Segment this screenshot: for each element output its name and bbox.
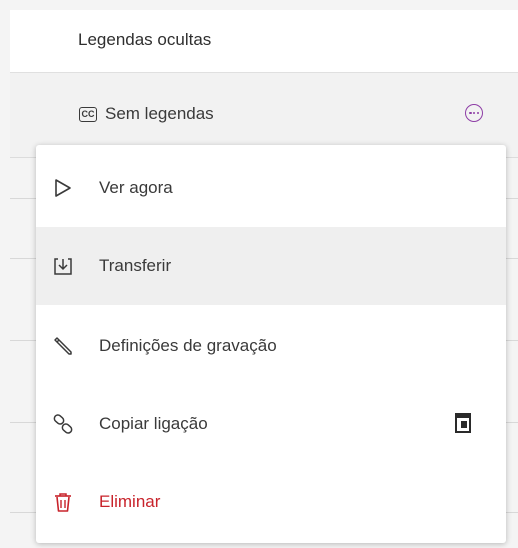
trash-icon xyxy=(55,493,71,512)
caption-status: Sem legendas xyxy=(105,104,214,123)
pencil-icon xyxy=(54,337,72,355)
play-icon xyxy=(55,179,71,197)
menu-item-label: Ver agora xyxy=(99,178,173,197)
menu-item-delete[interactable]: Eliminar xyxy=(36,463,506,541)
menu-item-label: Copiar ligação xyxy=(99,414,208,433)
menu-item-copy-link[interactable]: Copiar ligação xyxy=(36,385,506,463)
download-icon xyxy=(54,258,72,275)
closed-captions-column-header: Legendas ocultas xyxy=(78,30,212,49)
menu-item-watch-now[interactable]: Ver agora xyxy=(36,149,506,227)
menu-item-download[interactable]: Transferir xyxy=(36,227,506,305)
clipboard-icon[interactable] xyxy=(454,412,472,434)
menu-item-label: Definições de gravação xyxy=(99,336,277,355)
column-header-row: Legendas ocultas xyxy=(10,10,518,73)
menu-item-label: Transferir xyxy=(99,256,172,275)
recordings-page: Legendas ocultas CC Sem legendas Ver ago… xyxy=(0,0,518,548)
menu-item-label: Eliminar xyxy=(99,492,161,511)
recording-actions-menu: Ver agora Transferir Definições de grava… xyxy=(36,145,506,543)
closed-captions-icon: CC xyxy=(79,107,97,122)
menu-item-recording-settings[interactable]: Definições de gravação xyxy=(36,307,506,385)
link-icon xyxy=(53,414,73,434)
more-options-icon[interactable] xyxy=(465,104,483,122)
